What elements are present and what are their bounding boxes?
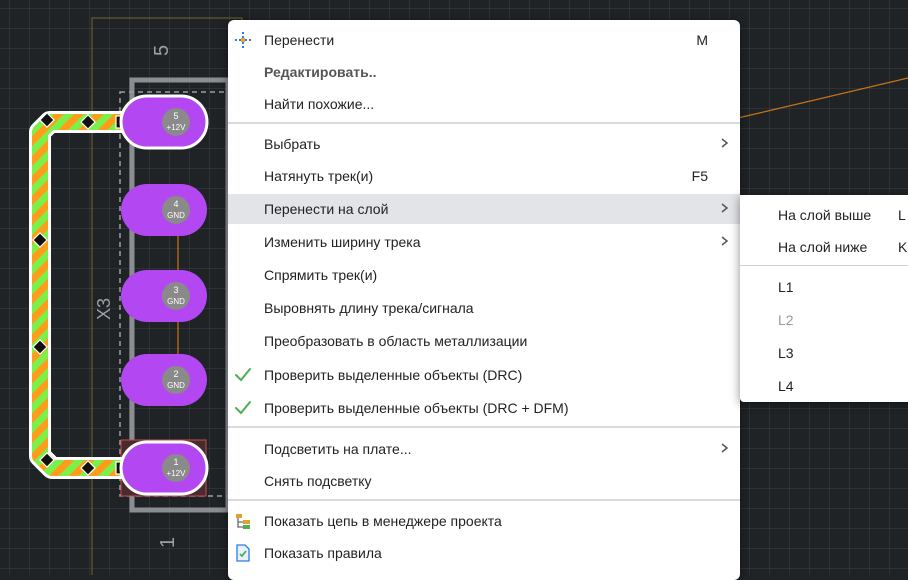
menu-separator xyxy=(228,122,740,124)
pad-number: 2 xyxy=(173,369,178,379)
menu-item-move-to-layer[interactable]: Перенести на слой xyxy=(228,194,740,224)
menu-item-select[interactable]: Выбрать xyxy=(228,129,740,159)
menu-item-label: Натянуть трек(и) xyxy=(264,168,374,184)
menu-item-label: Показать цепь в менеджере проекта xyxy=(264,513,502,529)
menu-item-label: Выбрать xyxy=(264,136,321,152)
menu-item-label: Проверить выделенные объекты (DRC) xyxy=(264,367,523,383)
menu-item-label: Спрямить трек(и) xyxy=(264,267,378,283)
shortcut-label: K xyxy=(898,239,908,255)
pad-net-label: GND xyxy=(167,211,185,220)
submenu-item-layer-down[interactable]: На слой ниже K xyxy=(740,231,908,261)
menu-item-check-drc[interactable]: Проверить выделенные объекты (DRC) xyxy=(228,360,740,390)
context-menu: Перенести M Редактировать.. Найти похожи… xyxy=(228,20,740,580)
component-ref-label: X3 xyxy=(94,298,114,320)
menu-item-check-drc-dfm[interactable]: Проверить выделенные объекты (DRC + DFM) xyxy=(228,393,740,423)
move-icon xyxy=(235,32,251,48)
menu-item-label: L1 xyxy=(778,279,794,295)
pad-number: 4 xyxy=(173,199,178,209)
menu-item-label: Показать правила xyxy=(264,545,382,561)
pad-net-label: +12V xyxy=(167,123,187,132)
pad-1[interactable]: 1 +12V xyxy=(119,440,209,496)
move-to-layer-submenu: На слой выше L На слой ниже K L1 L2 L3 L… xyxy=(740,195,908,402)
chevron-right-icon xyxy=(721,236,729,246)
pad-number: 5 xyxy=(173,111,178,121)
menu-item-label: На слой выше xyxy=(778,207,872,223)
menu-item-label: Изменить ширину трека xyxy=(264,234,421,250)
pad-3[interactable]: 3 GND xyxy=(121,270,207,322)
menu-item-label: L3 xyxy=(778,345,794,361)
checkmark-icon xyxy=(235,401,251,415)
pad-2[interactable]: 2 GND xyxy=(121,354,207,406)
menu-item-highlight-on-board[interactable]: Подсветить на плате... xyxy=(228,434,740,464)
submenu-item-l3[interactable]: L3 xyxy=(740,337,908,367)
rules-document-icon xyxy=(236,544,250,562)
chevron-right-icon xyxy=(721,138,729,148)
pin-bottom-label: 1 xyxy=(157,537,179,548)
submenu-item-l2: L2 xyxy=(740,304,908,334)
menu-item-label: L4 xyxy=(778,378,794,394)
pad-net-label: GND xyxy=(167,297,185,306)
checkmark-icon xyxy=(235,368,251,382)
menu-item-label: Редактировать.. xyxy=(264,64,377,80)
pin-top-label: 5 xyxy=(151,45,173,56)
submenu-item-l4[interactable]: L4 xyxy=(740,370,908,400)
submenu-item-l1[interactable]: L1 xyxy=(740,271,908,301)
menu-item-find-similar[interactable]: Найти похожие... xyxy=(228,89,740,119)
menu-item-label: На слой ниже xyxy=(778,239,868,255)
project-tree-icon xyxy=(236,514,250,529)
pad-number: 1 xyxy=(173,457,178,467)
menu-separator xyxy=(228,426,740,428)
menu-item-stretch-track[interactable]: Натянуть трек(и) F5 xyxy=(228,161,740,191)
menu-item-convert-to-pour[interactable]: Преобразовать в область металлизации xyxy=(228,326,740,356)
chevron-right-icon xyxy=(721,203,729,213)
pad-net-label: GND xyxy=(167,381,185,390)
menu-item-label: Проверить выделенные объекты (DRC + DFM) xyxy=(264,400,569,416)
menu-item-clear-highlight[interactable]: Снять подсветку xyxy=(228,466,740,496)
menu-item-move[interactable]: Перенести M xyxy=(228,25,740,55)
menu-item-length-tuning[interactable]: Выровнять длину трека/сигнала xyxy=(228,293,740,323)
shortcut-label: M xyxy=(696,32,708,48)
menu-item-label: Преобразовать в область металлизации xyxy=(264,333,528,349)
menu-item-straighten-track[interactable]: Спрямить трек(и) xyxy=(228,260,740,290)
menu-item-label: Перенести xyxy=(264,32,335,48)
menu-item-label: Найти похожие... xyxy=(264,96,375,112)
pad-5[interactable]: 5 +12V xyxy=(119,94,209,150)
shortcut-label: F5 xyxy=(691,168,708,184)
menu-item-change-track-width[interactable]: Изменить ширину трека xyxy=(228,227,740,257)
pad-number: 3 xyxy=(173,285,178,295)
submenu-item-layer-up[interactable]: На слой выше L xyxy=(740,199,908,229)
chevron-right-icon xyxy=(721,443,729,453)
menu-item-label: Выровнять длину трека/сигнала xyxy=(264,300,474,316)
menu-item-label: Снять подсветку xyxy=(264,473,372,489)
menu-item-label: Перенести на слой xyxy=(264,201,389,217)
menu-item-edit[interactable]: Редактировать.. xyxy=(228,57,740,87)
pad-net-label: +12V xyxy=(167,469,187,478)
menu-item-show-rules[interactable]: Показать правила xyxy=(228,538,740,568)
menu-item-label: Подсветить на плате... xyxy=(264,441,412,457)
menu-separator xyxy=(228,499,740,501)
menu-item-show-net-in-project[interactable]: Показать цепь в менеджере проекта xyxy=(228,506,740,536)
menu-separator xyxy=(740,265,908,266)
pad-4[interactable]: 4 GND xyxy=(121,184,207,236)
menu-item-label: L2 xyxy=(778,312,794,328)
shortcut-label: L xyxy=(898,207,906,223)
